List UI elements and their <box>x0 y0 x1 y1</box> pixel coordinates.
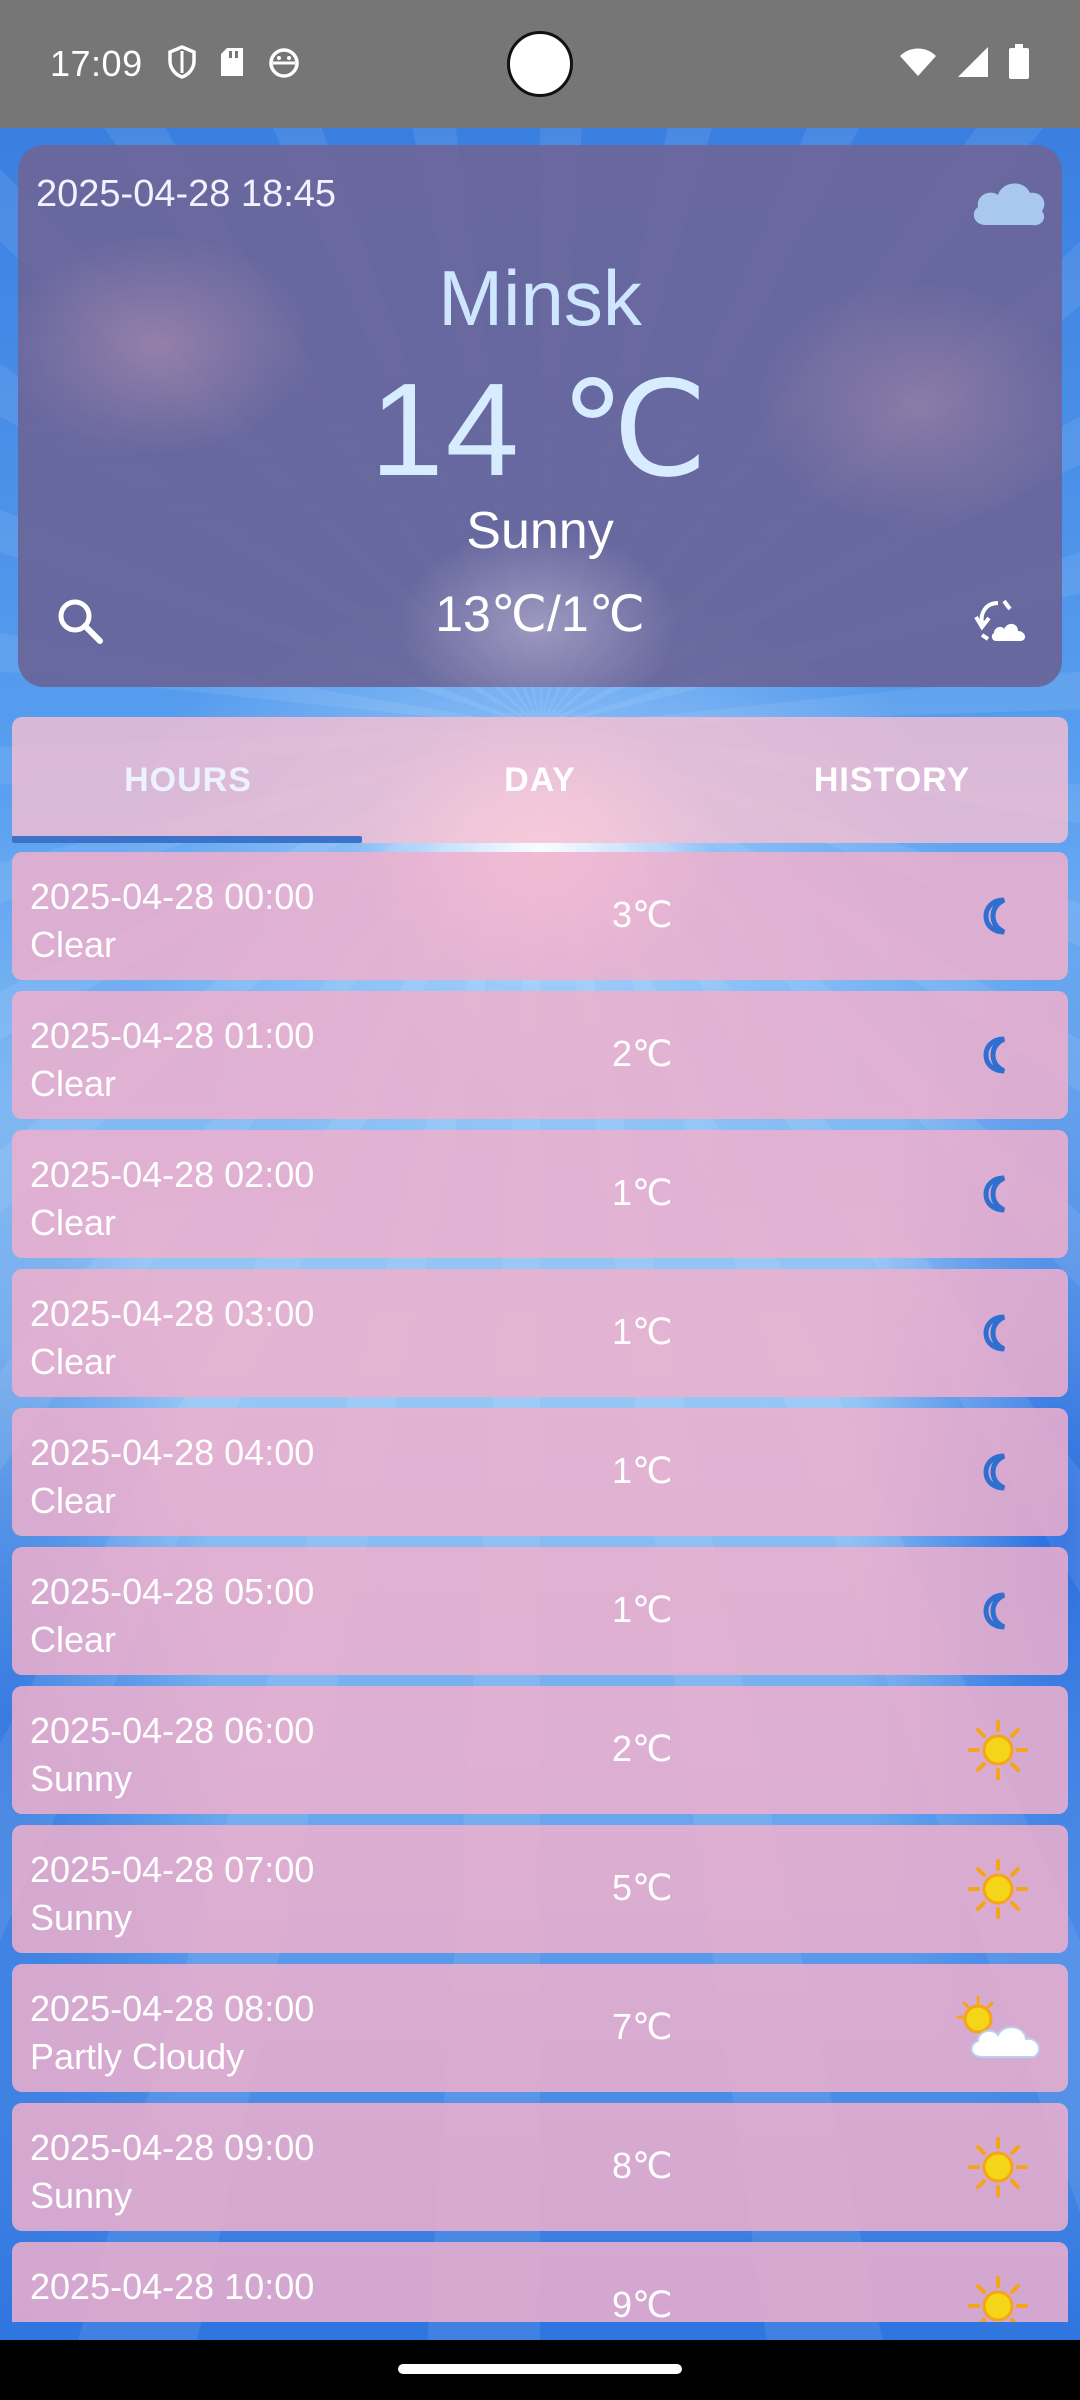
hour-time: 2025-04-28 07:00 <box>30 1849 315 1890</box>
partly-cloudy-icon <box>952 1990 1048 2066</box>
hour-condition: Sunny <box>30 1758 133 1799</box>
refresh-weather-icon[interactable] <box>974 595 1032 650</box>
status-time: 17:09 <box>50 43 143 84</box>
hour-time: 2025-04-28 09:00 <box>30 2127 315 2168</box>
list-item[interactable]: 2025-04-28 08:00 Partly Cloudy 7℃ <box>12 1964 1068 2092</box>
sun-icon <box>960 2129 1036 2205</box>
sd-card-icon <box>219 46 245 83</box>
hour-temperature: 7℃ <box>612 2006 673 2047</box>
moon-icon <box>960 1573 1036 1649</box>
current-condition: Sunny <box>466 502 614 560</box>
hour-condition: Clear <box>30 924 117 965</box>
status-icons-right <box>898 43 1030 85</box>
current-weather-card: 2025-04-28 18:45 Minsk 14 ℃ Sunny 13℃/1℃ <box>18 145 1062 687</box>
hour-temperature: 1℃ <box>612 1172 673 1213</box>
hour-time: 2025-04-28 04:00 <box>30 1432 315 1473</box>
current-temperature: 14 ℃ <box>370 356 710 503</box>
hour-time: 2025-04-28 02:00 <box>30 1154 315 1195</box>
hour-condition: Clear <box>30 1480 117 1521</box>
moon-icon <box>960 1434 1036 1510</box>
home-gesture-handle[interactable] <box>398 2364 682 2374</box>
wifi-icon <box>898 46 938 83</box>
hour-temperature: 2℃ <box>612 1033 673 1074</box>
hour-temperature: 8℃ <box>612 2145 673 2186</box>
list-item[interactable]: 2025-04-28 07:00 Sunny 5℃ <box>12 1825 1068 1953</box>
status-bar: 17:09 <box>0 0 1080 128</box>
list-item[interactable]: 2025-04-28 00:00 Clear 3℃ <box>12 852 1068 980</box>
sun-icon <box>960 2268 1036 2322</box>
hour-temperature: 1℃ <box>612 1311 673 1352</box>
hour-condition: Clear <box>30 1202 117 1243</box>
hour-time: 2025-04-28 08:00 <box>30 1988 315 2029</box>
hour-temperature: 2℃ <box>612 1728 673 1769</box>
forecast-tabs: HOURS DAY HISTORY <box>12 717 1068 843</box>
hour-time: 2025-04-28 05:00 <box>30 1571 315 1612</box>
list-item[interactable]: 2025-04-28 02:00 Clear 1℃ <box>12 1130 1068 1258</box>
hour-temperature: 9℃ <box>612 2284 673 2322</box>
hour-time: 2025-04-28 00:00 <box>30 876 315 917</box>
hour-time: 2025-04-28 01:00 <box>30 1015 315 1056</box>
current-datetime: 2025-04-28 18:45 <box>36 173 337 215</box>
hourly-forecast-list[interactable]: 2025-04-28 00:00 Clear 3℃ 2025-04-28 01:… <box>12 852 1068 2322</box>
hour-condition: Sunny <box>30 1897 133 1938</box>
hour-condition: Partly Cloudy <box>30 2036 245 2077</box>
list-item[interactable]: 2025-04-28 06:00 Sunny 2℃ <box>12 1686 1068 1814</box>
list-item[interactable]: 2025-04-28 01:00 Clear 2℃ <box>12 991 1068 1119</box>
battery-icon <box>1008 43 1030 85</box>
search-icon[interactable] <box>54 595 106 652</box>
moon-icon <box>960 1017 1036 1093</box>
min-max-temperature: 13℃/1℃ <box>435 586 645 642</box>
hour-condition: Clear <box>30 1619 117 1660</box>
hour-condition: Clear <box>30 1341 117 1382</box>
hour-time: 2025-04-28 10:00 <box>30 2266 315 2307</box>
camera-cutout <box>507 31 573 97</box>
android-debug-icon <box>267 46 301 83</box>
list-item[interactable]: 2025-04-28 03:00 Clear 1℃ <box>12 1269 1068 1397</box>
status-icons-left <box>167 44 301 84</box>
tab-hours[interactable]: HOURS <box>12 717 364 843</box>
city-name: Minsk <box>438 254 642 342</box>
hour-condition: Clear <box>30 1063 117 1104</box>
tab-day[interactable]: DAY <box>364 717 716 843</box>
cloud-icon <box>968 173 1048 234</box>
shield-icon <box>167 44 197 84</box>
list-item[interactable]: 2025-04-28 10:00 9℃ <box>12 2242 1068 2322</box>
hour-time: 2025-04-28 03:00 <box>30 1293 315 1334</box>
hour-time: 2025-04-28 06:00 <box>30 1710 315 1751</box>
hour-temperature: 1℃ <box>612 1450 673 1491</box>
hour-temperature: 3℃ <box>612 894 673 935</box>
moon-icon <box>960 1156 1036 1232</box>
list-item[interactable]: 2025-04-28 09:00 Sunny 8℃ <box>12 2103 1068 2231</box>
list-item[interactable]: 2025-04-28 04:00 Clear 1℃ <box>12 1408 1068 1536</box>
navigation-bar <box>0 2340 1080 2400</box>
hour-temperature: 5℃ <box>612 1867 673 1908</box>
hour-condition: Sunny <box>30 2175 133 2216</box>
tab-history[interactable]: HISTORY <box>716 717 1068 843</box>
moon-icon <box>960 1295 1036 1371</box>
signal-icon <box>956 45 990 84</box>
moon-icon <box>960 878 1036 954</box>
hour-temperature: 1℃ <box>612 1589 673 1630</box>
tab-indicator <box>12 836 362 843</box>
sun-icon <box>960 1712 1036 1788</box>
sun-icon <box>960 1851 1036 1927</box>
list-item[interactable]: 2025-04-28 05:00 Clear 1℃ <box>12 1547 1068 1675</box>
